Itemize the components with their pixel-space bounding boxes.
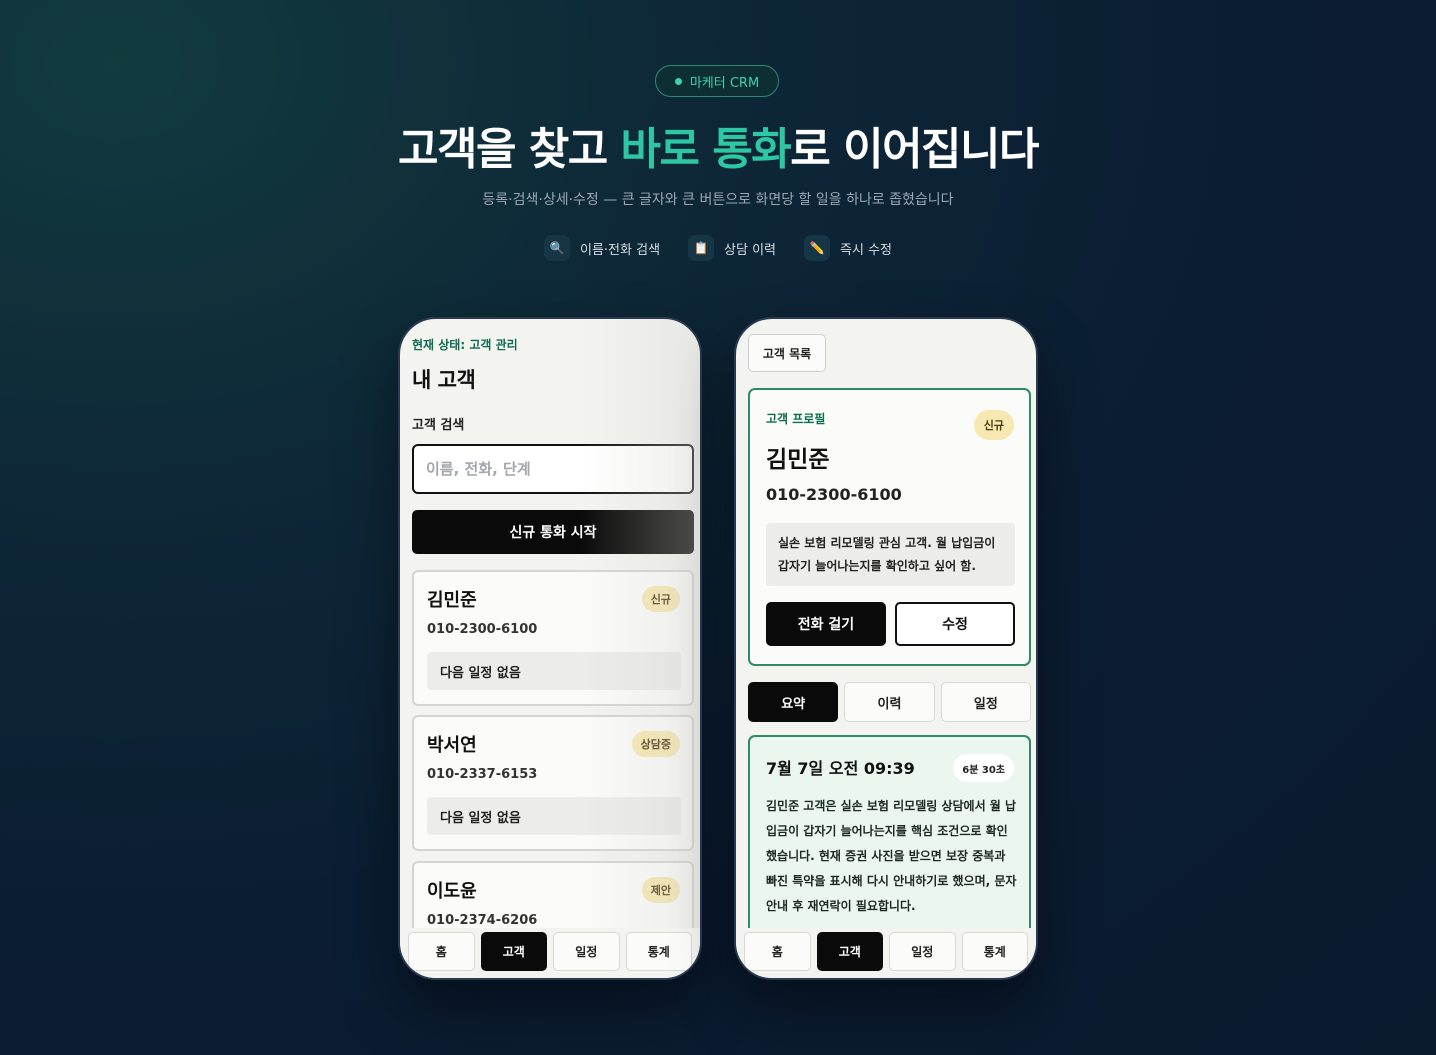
phone-customer-list: 현재 상태: 고객 관리 내 고객 고객 검색 신규 통화 시작 김민준 신규 … bbox=[398, 317, 702, 980]
segment-history[interactable]: 이력 bbox=[844, 682, 935, 722]
pencil-icon: ✏️ bbox=[804, 235, 831, 261]
title-part-2: 로 이어집니다 bbox=[790, 124, 1039, 175]
customer-list-scroll[interactable]: 현재 상태: 고객 관리 내 고객 고객 검색 신규 통화 시작 김민준 신규 … bbox=[400, 319, 700, 928]
feature-edit: ✏️ 즉시 수정 bbox=[804, 235, 892, 261]
call-history-card: 7월 7일 오전 09:39 6분 30초 김민준 고객은 실손 보험 리모델링… bbox=[748, 735, 1031, 928]
tab-schedule[interactable]: 일정 bbox=[553, 932, 620, 971]
tab-schedule[interactable]: 일정 bbox=[889, 932, 956, 971]
customer-detail-scroll[interactable]: 고객 목록 고객 프로필 신규 김민준 010-2300-6100 실손 보험 … bbox=[736, 319, 1036, 928]
customer-phone: 010-2300-6100 bbox=[766, 485, 902, 504]
call-datetime: 7월 7일 오전 09:39 bbox=[766, 759, 915, 778]
customer-card[interactable]: 박서연 상담중 010-2337-6153 다음 일정 없음 bbox=[412, 715, 694, 851]
tab-customers[interactable]: 고객 bbox=[816, 932, 883, 971]
phone-customer-detail: 고객 목록 고객 프로필 신규 김민준 010-2300-6100 실손 보험 … bbox=[734, 317, 1038, 980]
feature-label: 상담 이력 bbox=[724, 242, 777, 258]
bottom-tab-bar: 홈 고객 일정 통계 bbox=[736, 928, 1036, 978]
hero-subtitle: 등록·검색·상세·수정 — 큰 글자와 큰 버튼으로 화면당 할 일을 하나로 … bbox=[482, 192, 954, 208]
segment-summary[interactable]: 요약 bbox=[748, 682, 839, 722]
customer-note: 실손 보험 리모델링 관심 고객. 월 납입금이 갑자기 늘어나는지를 확인하고… bbox=[766, 523, 1015, 586]
customer-card[interactable]: 이도윤 제안 010-2374-6206 bbox=[412, 861, 694, 928]
stage-badge: 상담중 bbox=[631, 731, 680, 757]
search-input[interactable] bbox=[412, 444, 694, 494]
call-button[interactable]: 전화 걸기 bbox=[766, 602, 886, 646]
customer-name: 김민준 bbox=[766, 447, 830, 473]
customer-card[interactable]: 김민준 신규 010-2300-6100 다음 일정 없음 bbox=[412, 570, 694, 706]
status-dot-icon bbox=[674, 77, 682, 85]
stage-badge: 신규 bbox=[641, 586, 680, 612]
segment-schedule[interactable]: 일정 bbox=[940, 682, 1031, 722]
next-schedule: 다음 일정 없음 bbox=[427, 797, 681, 835]
profile-label: 고객 프로필 bbox=[766, 412, 826, 426]
detail-segment-control: 요약 이력 일정 bbox=[748, 682, 1031, 722]
stage-badge: 제안 bbox=[641, 877, 680, 903]
title-accent: 바로 통화 bbox=[620, 124, 792, 175]
bottom-tab-bar: 홈 고객 일정 통계 bbox=[400, 928, 700, 978]
badge-label: 마케터 CRM bbox=[689, 75, 760, 91]
edit-button[interactable]: 수정 bbox=[895, 602, 1015, 646]
stage-badge: 신규 bbox=[973, 410, 1014, 440]
customer-phone: 010-2337-6153 bbox=[427, 767, 538, 782]
feature-label: 이름·전화 검색 bbox=[580, 242, 661, 258]
hero-title: 고객을 찾고 바로 통화로 이어집니다 bbox=[0, 113, 1436, 177]
clipboard-icon: 📋 bbox=[688, 235, 715, 261]
tab-stats[interactable]: 통계 bbox=[961, 932, 1028, 971]
tab-customers[interactable]: 고객 bbox=[480, 932, 547, 971]
page-title: 내 고객 bbox=[412, 368, 476, 392]
product-badge: 마케터 CRM bbox=[655, 65, 779, 97]
next-schedule: 다음 일정 없음 bbox=[427, 652, 681, 690]
title-part-1: 고객을 찾고 bbox=[398, 124, 621, 175]
feature-label: 즉시 수정 bbox=[840, 242, 892, 258]
feature-list: 🔍 이름·전화 검색 📋 상담 이력 ✏️ 즉시 수정 bbox=[0, 235, 1436, 261]
tab-home[interactable]: 홈 bbox=[408, 932, 475, 971]
feature-history: 📋 상담 이력 bbox=[688, 235, 776, 261]
feature-search: 🔍 이름·전화 검색 bbox=[544, 235, 660, 261]
customer-name: 김민준 bbox=[427, 590, 477, 611]
search-icon: 🔍 bbox=[544, 235, 570, 261]
tab-stats[interactable]: 통계 bbox=[625, 932, 692, 971]
call-duration-badge: 6분 30초 bbox=[953, 754, 1014, 782]
tab-home[interactable]: 홈 bbox=[744, 932, 811, 971]
back-to-list-button[interactable]: 고객 목록 bbox=[748, 334, 826, 372]
customer-phone: 010-2300-6100 bbox=[427, 622, 538, 637]
search-label: 고객 검색 bbox=[412, 418, 465, 433]
current-status: 현재 상태: 고객 관리 bbox=[412, 338, 518, 352]
customer-phone: 010-2374-6206 bbox=[427, 913, 538, 928]
customer-name: 이도윤 bbox=[427, 881, 477, 902]
customer-name: 박서연 bbox=[427, 735, 477, 756]
customer-profile-card: 고객 프로필 신규 김민준 010-2300-6100 실손 보험 리모델링 관… bbox=[748, 388, 1031, 666]
call-summary-text: 김민준 고객은 실손 보험 리모델링 상담에서 월 납입금이 갑자기 늘어나는지… bbox=[766, 799, 1017, 913]
new-call-button[interactable]: 신규 통화 시작 bbox=[412, 510, 694, 554]
